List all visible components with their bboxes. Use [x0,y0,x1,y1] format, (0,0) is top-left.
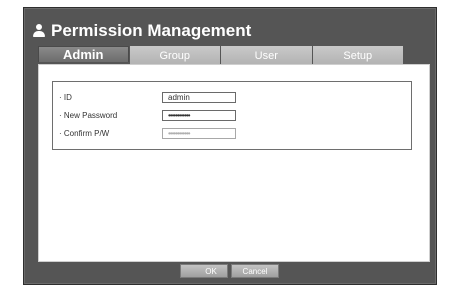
window-title: Permission Management [51,21,252,40]
new-password-row: · New Password •••••••••••• [59,110,399,124]
cancel-button[interactable]: Cancel [231,264,279,278]
tab-admin[interactable]: Admin [38,46,129,62]
tab-group[interactable]: Group [129,46,221,64]
confirm-password-row: · Confirm P/W •••••••••••• [59,128,399,142]
tab-user[interactable]: User [221,46,312,64]
confirm-password-field[interactable]: •••••••••••• [162,128,236,139]
user-icon [32,24,46,38]
admin-settings-box: · ID admin · New Password •••••••••••• ·… [52,81,412,150]
id-field[interactable]: admin [162,92,236,103]
dialog-footer: OK Cancel [24,264,436,284]
id-row: · ID admin [59,92,399,106]
ok-button[interactable]: OK [180,264,228,278]
tab-bar: Admin Group User Setup [38,46,404,64]
new-password-field[interactable]: •••••••••••• [162,110,236,121]
admin-panel: · ID admin · New Password •••••••••••• ·… [38,64,430,262]
id-label: · ID [59,93,72,102]
permission-dialog: Permission Management Admin Group User S… [23,7,437,285]
tab-setup[interactable]: Setup [312,46,404,64]
title-bar: Permission Management [28,18,358,44]
confirm-password-label: · Confirm P/W [59,129,110,138]
new-password-label: · New Password [59,111,118,120]
